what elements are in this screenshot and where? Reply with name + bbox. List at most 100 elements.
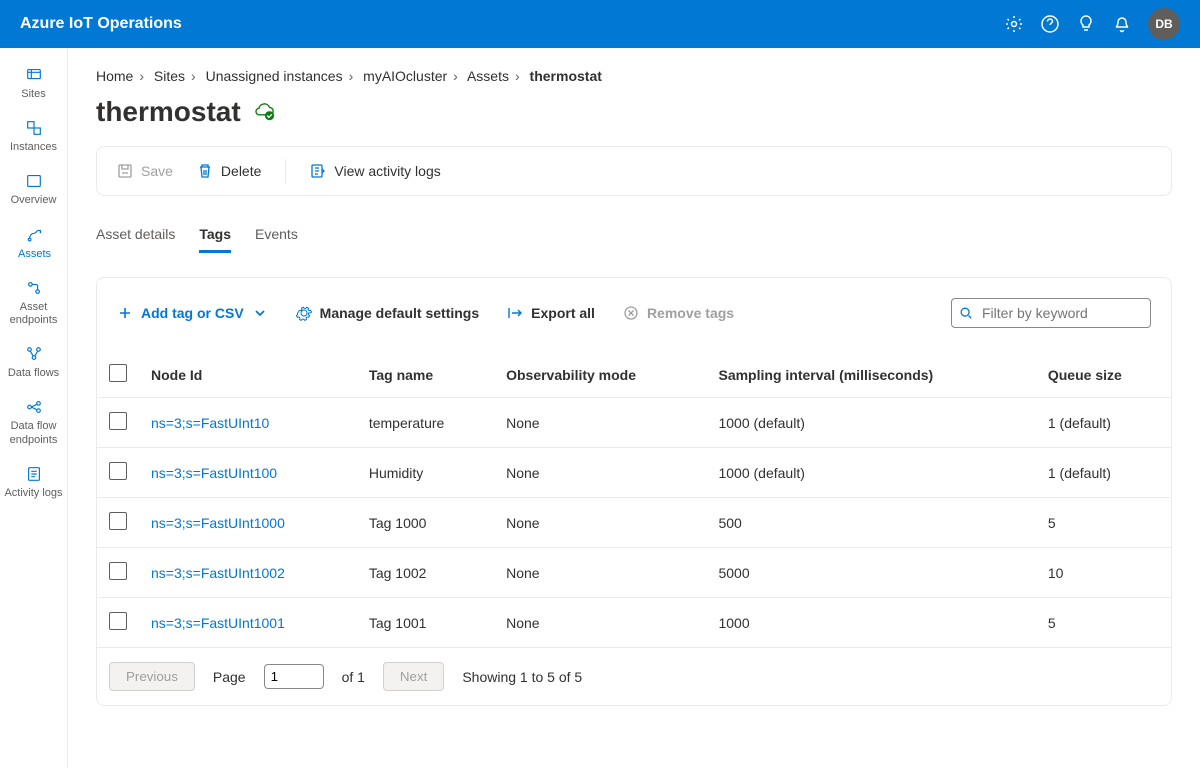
- table-row: ns=3;s=FastUInt10temperatureNone1000 (de…: [97, 398, 1171, 448]
- cell-queue: 5: [1036, 598, 1171, 648]
- cell-tag-name: Tag 1002: [357, 548, 494, 598]
- node-id-link[interactable]: ns=3;s=FastUInt1002: [151, 565, 285, 581]
- asset-endpoints-icon: [25, 279, 43, 297]
- breadcrumb-assets[interactable]: Assets: [467, 68, 509, 84]
- cell-sampling: 1000 (default): [706, 448, 1035, 498]
- manage-defaults-button[interactable]: Manage default settings: [296, 305, 479, 321]
- sidebar-label: Data flow endpoints: [4, 420, 63, 446]
- sites-icon: [25, 66, 43, 84]
- cell-tag-name: Humidity: [357, 448, 494, 498]
- cell-sampling: 1000 (default): [706, 398, 1035, 448]
- node-id-link[interactable]: ns=3;s=FastUInt1001: [151, 615, 285, 631]
- save-label: Save: [141, 163, 173, 179]
- row-checkbox[interactable]: [109, 562, 127, 580]
- cell-obs-mode: None: [494, 548, 706, 598]
- sidebar-item-overview[interactable]: Overview: [0, 164, 67, 217]
- app-title: Azure IoT Operations: [20, 15, 1004, 33]
- add-tag-label: Add tag or CSV: [141, 305, 244, 321]
- plus-icon: [117, 305, 133, 321]
- sidebar-label: Sites: [21, 88, 45, 101]
- table-header-row: Node Id Tag name Observability mode Samp…: [97, 352, 1171, 398]
- overview-icon: [25, 172, 43, 190]
- sidebar-item-activity-logs[interactable]: Activity logs: [0, 457, 67, 510]
- pager: Previous Page of 1 Next Showing 1 to 5 o…: [97, 647, 1171, 705]
- node-id-link[interactable]: ns=3;s=FastUInt10: [151, 415, 269, 431]
- add-tag-button[interactable]: Add tag or CSV: [117, 305, 268, 321]
- col-sampling[interactable]: Sampling interval (milliseconds): [706, 352, 1035, 398]
- page-input[interactable]: [264, 664, 324, 689]
- filter-box: [951, 298, 1151, 328]
- col-obs-mode[interactable]: Observability mode: [494, 352, 706, 398]
- sidebar-item-df-endpoints[interactable]: Data flow endpoints: [0, 390, 67, 456]
- col-queue[interactable]: Queue size: [1036, 352, 1171, 398]
- page-title-row: thermostat: [96, 96, 1172, 128]
- row-checkbox[interactable]: [109, 612, 127, 630]
- breadcrumb-current: thermostat: [530, 68, 602, 84]
- activity-logs-icon: [25, 465, 43, 483]
- delete-label: Delete: [221, 163, 261, 179]
- sidebar-label: Assets: [18, 248, 51, 261]
- row-checkbox[interactable]: [109, 512, 127, 530]
- row-checkbox[interactable]: [109, 462, 127, 480]
- col-node-id[interactable]: Node Id: [139, 352, 357, 398]
- row-checkbox[interactable]: [109, 412, 127, 430]
- breadcrumb-cluster[interactable]: myAIOcluster: [363, 68, 447, 84]
- sidebar-item-data-flows[interactable]: Data flows: [0, 337, 67, 390]
- tab-asset-details[interactable]: Asset details: [96, 218, 175, 253]
- chevron-right-icon: ›: [453, 68, 458, 84]
- help-icon[interactable]: [1040, 14, 1060, 34]
- assets-icon: [26, 226, 44, 244]
- sidebar-item-assets[interactable]: Assets: [0, 218, 67, 271]
- cell-queue: 1 (default): [1036, 448, 1171, 498]
- remove-tags-button: Remove tags: [623, 305, 734, 321]
- user-avatar[interactable]: DB: [1148, 8, 1180, 40]
- page-of: of 1: [342, 669, 365, 685]
- tab-events[interactable]: Events: [255, 218, 298, 253]
- main-content: Home › Sites › Unassigned instances › myAIO…: [68, 48, 1200, 768]
- tags-table: Node Id Tag name Observability mode Samp…: [97, 352, 1171, 647]
- tab-tags[interactable]: Tags: [199, 218, 231, 253]
- tabs: Asset details Tags Events: [96, 218, 1172, 253]
- breadcrumb-sites[interactable]: Sites: [154, 68, 185, 84]
- action-bar: Save Delete View activity logs: [96, 146, 1172, 196]
- breadcrumb-home[interactable]: Home: [96, 68, 133, 84]
- filter-input[interactable]: [951, 298, 1151, 328]
- remove-icon: [623, 305, 639, 321]
- search-icon: [959, 306, 973, 320]
- view-logs-button[interactable]: View activity logs: [310, 163, 440, 179]
- chevron-right-icon: ›: [349, 68, 354, 84]
- chevron-right-icon: ›: [139, 68, 144, 84]
- header-actions: DB: [1004, 8, 1180, 40]
- select-all-checkbox[interactable]: [109, 364, 127, 382]
- notifications-icon[interactable]: [1112, 14, 1132, 34]
- remove-label: Remove tags: [647, 305, 734, 321]
- cell-queue: 5: [1036, 498, 1171, 548]
- export-icon: [507, 305, 523, 321]
- delete-button[interactable]: Delete: [197, 163, 261, 179]
- table-row: ns=3;s=FastUInt1000Tag 1000None5005: [97, 498, 1171, 548]
- sidebar-item-instances[interactable]: Instances: [0, 111, 67, 164]
- sidebar-item-sites[interactable]: Sites: [0, 58, 67, 111]
- col-tag-name[interactable]: Tag name: [357, 352, 494, 398]
- df-endpoints-icon: [25, 398, 43, 416]
- tags-card: Add tag or CSV Manage default settings E…: [96, 277, 1172, 706]
- export-all-button[interactable]: Export all: [507, 305, 595, 321]
- manage-label: Manage default settings: [320, 305, 479, 321]
- divider: [285, 159, 286, 183]
- breadcrumb-unassigned[interactable]: Unassigned instances: [206, 68, 343, 84]
- cell-tag-name: temperature: [357, 398, 494, 448]
- node-id-link[interactable]: ns=3;s=FastUInt1000: [151, 515, 285, 531]
- node-id-link[interactable]: ns=3;s=FastUInt100: [151, 465, 277, 481]
- view-logs-label: View activity logs: [334, 163, 440, 179]
- gear-icon: [296, 305, 312, 321]
- sidebar: Sites Instances Overview Assets Asset en…: [0, 48, 68, 768]
- table-row: ns=3;s=FastUInt1002Tag 1002None500010: [97, 548, 1171, 598]
- sidebar-item-asset-endpoints[interactable]: Asset endpoints: [0, 271, 67, 337]
- delete-icon: [197, 163, 213, 179]
- sidebar-label: Asset endpoints: [4, 301, 63, 327]
- chevron-right-icon: ›: [515, 68, 520, 84]
- settings-icon[interactable]: [1004, 14, 1024, 34]
- breadcrumb: Home › Sites › Unassigned instances › myAIO…: [96, 68, 1172, 84]
- lightbulb-icon[interactable]: [1076, 14, 1096, 34]
- cell-sampling: 5000: [706, 548, 1035, 598]
